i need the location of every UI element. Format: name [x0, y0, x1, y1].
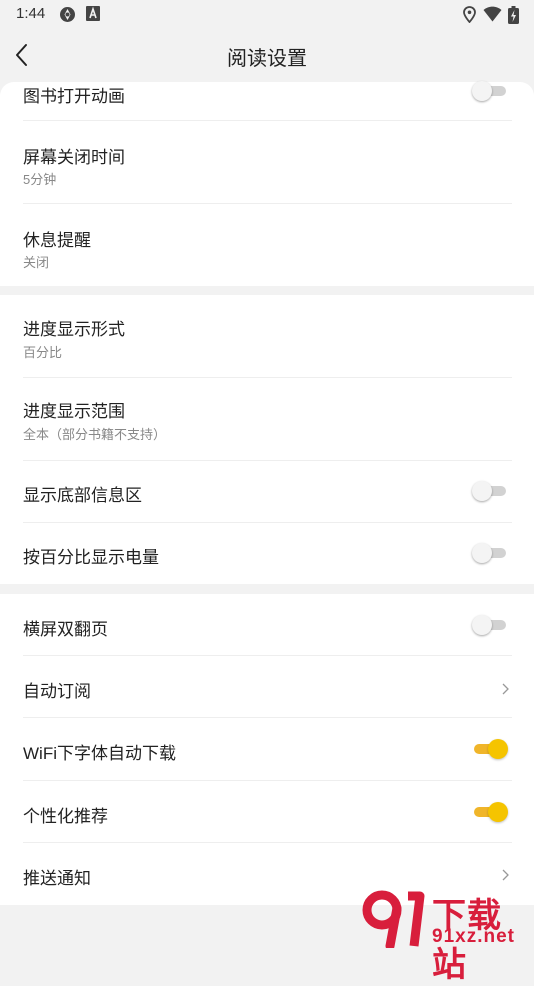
setting-wifi-font-download[interactable]: WiFi下字体自动下载: [0, 718, 534, 780]
location-icon: [463, 6, 476, 23]
setting-show-bottom-info[interactable]: 显示底部信息区: [0, 461, 534, 522]
setting-value: 关闭: [23, 255, 50, 270]
setting-label: 休息提醒: [23, 231, 91, 250]
toggle-switch[interactable]: [472, 543, 508, 563]
setting-label: 个性化推荐: [23, 807, 108, 826]
91-logo-icon: [362, 890, 425, 948]
setting-progress-display-format[interactable]: 进度显示形式 百分比: [0, 295, 534, 377]
toggle-switch[interactable]: [472, 615, 508, 635]
watermark: 下载站 91xz.net: [362, 886, 534, 984]
battery-icon: [508, 6, 519, 24]
toggle-switch[interactable]: [472, 81, 508, 101]
toggle-switch[interactable]: [472, 481, 508, 501]
chevron-right-icon: [502, 869, 509, 881]
settings-section-3: 横屏双翻页 自动订阅 WiFi下字体自动下载 个性化推荐 推送通知: [0, 594, 534, 905]
nav-bar: 阅读设置: [0, 28, 534, 82]
setting-label: 显示底部信息区: [23, 486, 142, 505]
sync-icon: [60, 7, 75, 22]
wifi-icon: [483, 6, 502, 22]
setting-label: WiFi下字体自动下载: [23, 744, 176, 763]
settings-section-2: 进度显示形式 百分比 进度显示范围 全本（部分书籍不支持） 显示底部信息区 按百…: [0, 295, 534, 584]
setting-auto-subscribe[interactable]: 自动订阅: [0, 656, 534, 717]
setting-value: 全本（部分书籍不支持）: [23, 427, 167, 442]
toggle-switch[interactable]: [472, 739, 508, 759]
setting-personalized-recommendation[interactable]: 个性化推荐: [0, 781, 534, 842]
setting-landscape-double-page[interactable]: 横屏双翻页: [0, 594, 534, 655]
setting-label: 进度显示形式: [23, 320, 125, 339]
chevron-right-icon: [502, 683, 509, 695]
setting-label: 按百分比显示电量: [23, 548, 159, 567]
setting-label: 屏幕关闭时间: [23, 148, 125, 167]
status-time: 1:44: [16, 5, 46, 22]
setting-progress-display-range[interactable]: 进度显示范围 全本（部分书籍不支持）: [0, 378, 534, 460]
page-title: 阅读设置: [227, 48, 307, 70]
setting-screen-off-time[interactable]: 屏幕关闭时间 5分钟: [0, 121, 534, 203]
setting-value: 5分钟: [23, 172, 57, 187]
setting-label: 推送通知: [23, 869, 91, 888]
watermark-domain: 91xz.net: [432, 926, 515, 947]
setting-book-open-animation[interactable]: 图书打开动画: [0, 81, 534, 120]
setting-rest-reminder[interactable]: 休息提醒 关闭: [0, 204, 534, 286]
a-icon: [86, 6, 100, 21]
setting-label: 自动订阅: [23, 682, 91, 701]
setting-label: 进度显示范围: [23, 402, 125, 421]
status-bar: 1:44: [0, 0, 534, 28]
setting-label: 横屏双翻页: [23, 620, 108, 639]
setting-label: 图书打开动画: [23, 87, 125, 106]
toggle-switch[interactable]: [472, 802, 508, 822]
setting-value: 百分比: [23, 345, 63, 360]
settings-section-1: 图书打开动画 屏幕关闭时间 5分钟 休息提醒 关闭: [0, 81, 534, 286]
setting-battery-percentage[interactable]: 按百分比显示电量: [0, 523, 534, 584]
